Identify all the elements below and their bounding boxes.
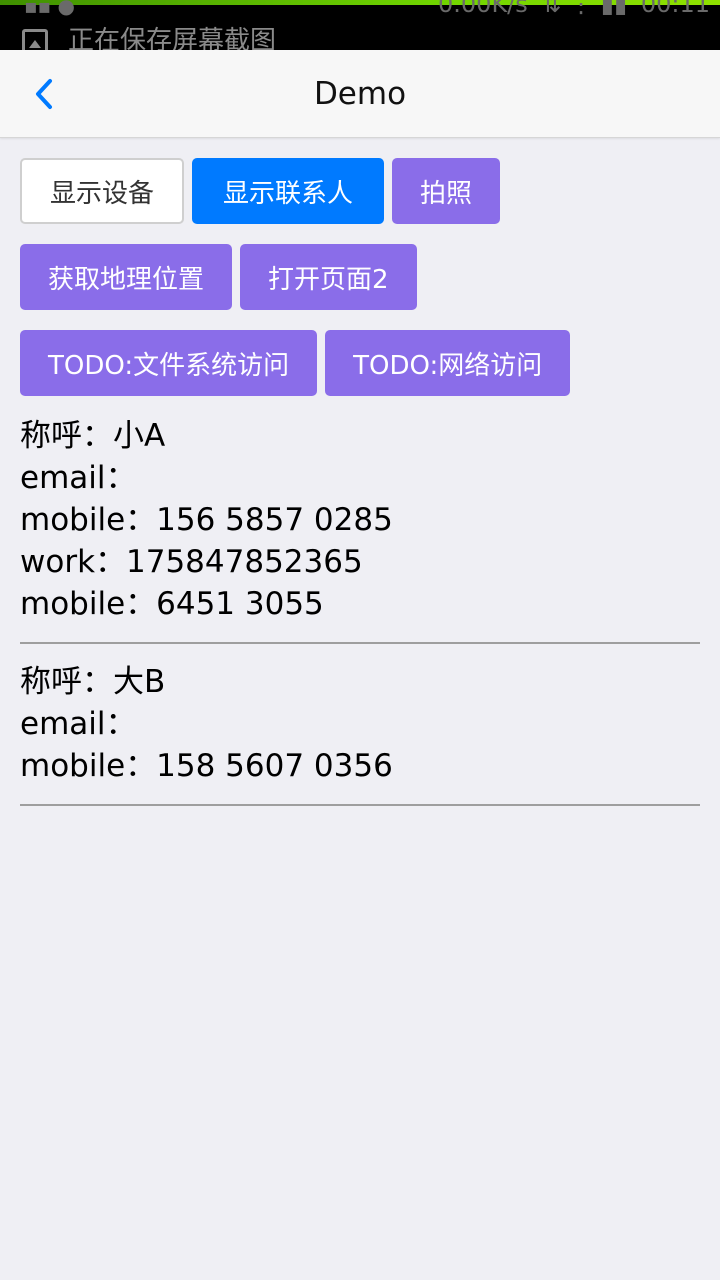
- divider: [20, 642, 700, 644]
- contact-phone: mobile：156 5857 0285: [20, 502, 393, 538]
- contact-name: 称呼：小A: [20, 418, 166, 454]
- button-row-2: 获取地理位置 打开页面2: [20, 244, 417, 310]
- contact-email: email：: [20, 460, 137, 496]
- signal-icon: ⇅ ⋮ ▮▮: [541, 0, 628, 18]
- status-left-icons: ▪▪ ●: [24, 0, 75, 18]
- status-right: 0.00K/s ⇅ ⋮ ▮▮ 00:11: [438, 0, 710, 18]
- divider: [20, 804, 700, 806]
- contact-list: 称呼：小A email： mobile：156 5857 0285 work：1…: [20, 415, 700, 806]
- contact-name: 称呼：大B: [20, 664, 166, 700]
- contact-phone: work：175847852365: [20, 544, 363, 580]
- navigation-bar: Demo: [0, 50, 720, 138]
- todo-filesystem-button[interactable]: TODO:文件系统访问: [20, 330, 318, 396]
- show-contacts-button[interactable]: 显示联系人: [192, 158, 384, 224]
- notification-text: 正在保存屏幕截图: [68, 26, 277, 50]
- show-device-button[interactable]: 显示设备: [20, 158, 184, 224]
- button-row-3: TODO:文件系统访问 TODO:网络访问: [20, 330, 571, 396]
- contact-item: 称呼：小A email： mobile：156 5857 0285 work：1…: [20, 415, 700, 644]
- contact-item: 称呼：大B email： mobile：158 5607 0356: [20, 661, 700, 806]
- status-bar: ▪▪ ● 0.00K/s ⇅ ⋮ ▮▮ 00:11 正在保存屏幕截图: [0, 0, 720, 50]
- todo-network-button[interactable]: TODO:网络访问: [325, 330, 571, 396]
- contact-phone: mobile：6451 3055: [20, 586, 324, 622]
- contact-phone: mobile：158 5607 0356: [20, 748, 393, 784]
- image-icon: [22, 29, 48, 50]
- button-row-1: 显示设备 显示联系人 拍照: [20, 158, 501, 224]
- contact-email: email：: [20, 706, 137, 742]
- get-location-button[interactable]: 获取地理位置: [20, 244, 233, 310]
- clock: 00:11: [640, 0, 710, 18]
- screenshot-notification: 正在保存屏幕截图: [22, 26, 276, 50]
- open-page2-button[interactable]: 打开页面2: [240, 244, 417, 310]
- take-photo-button[interactable]: 拍照: [392, 158, 501, 224]
- network-speed: 0.00K/s: [438, 0, 528, 18]
- page-title: Demo: [313, 76, 407, 112]
